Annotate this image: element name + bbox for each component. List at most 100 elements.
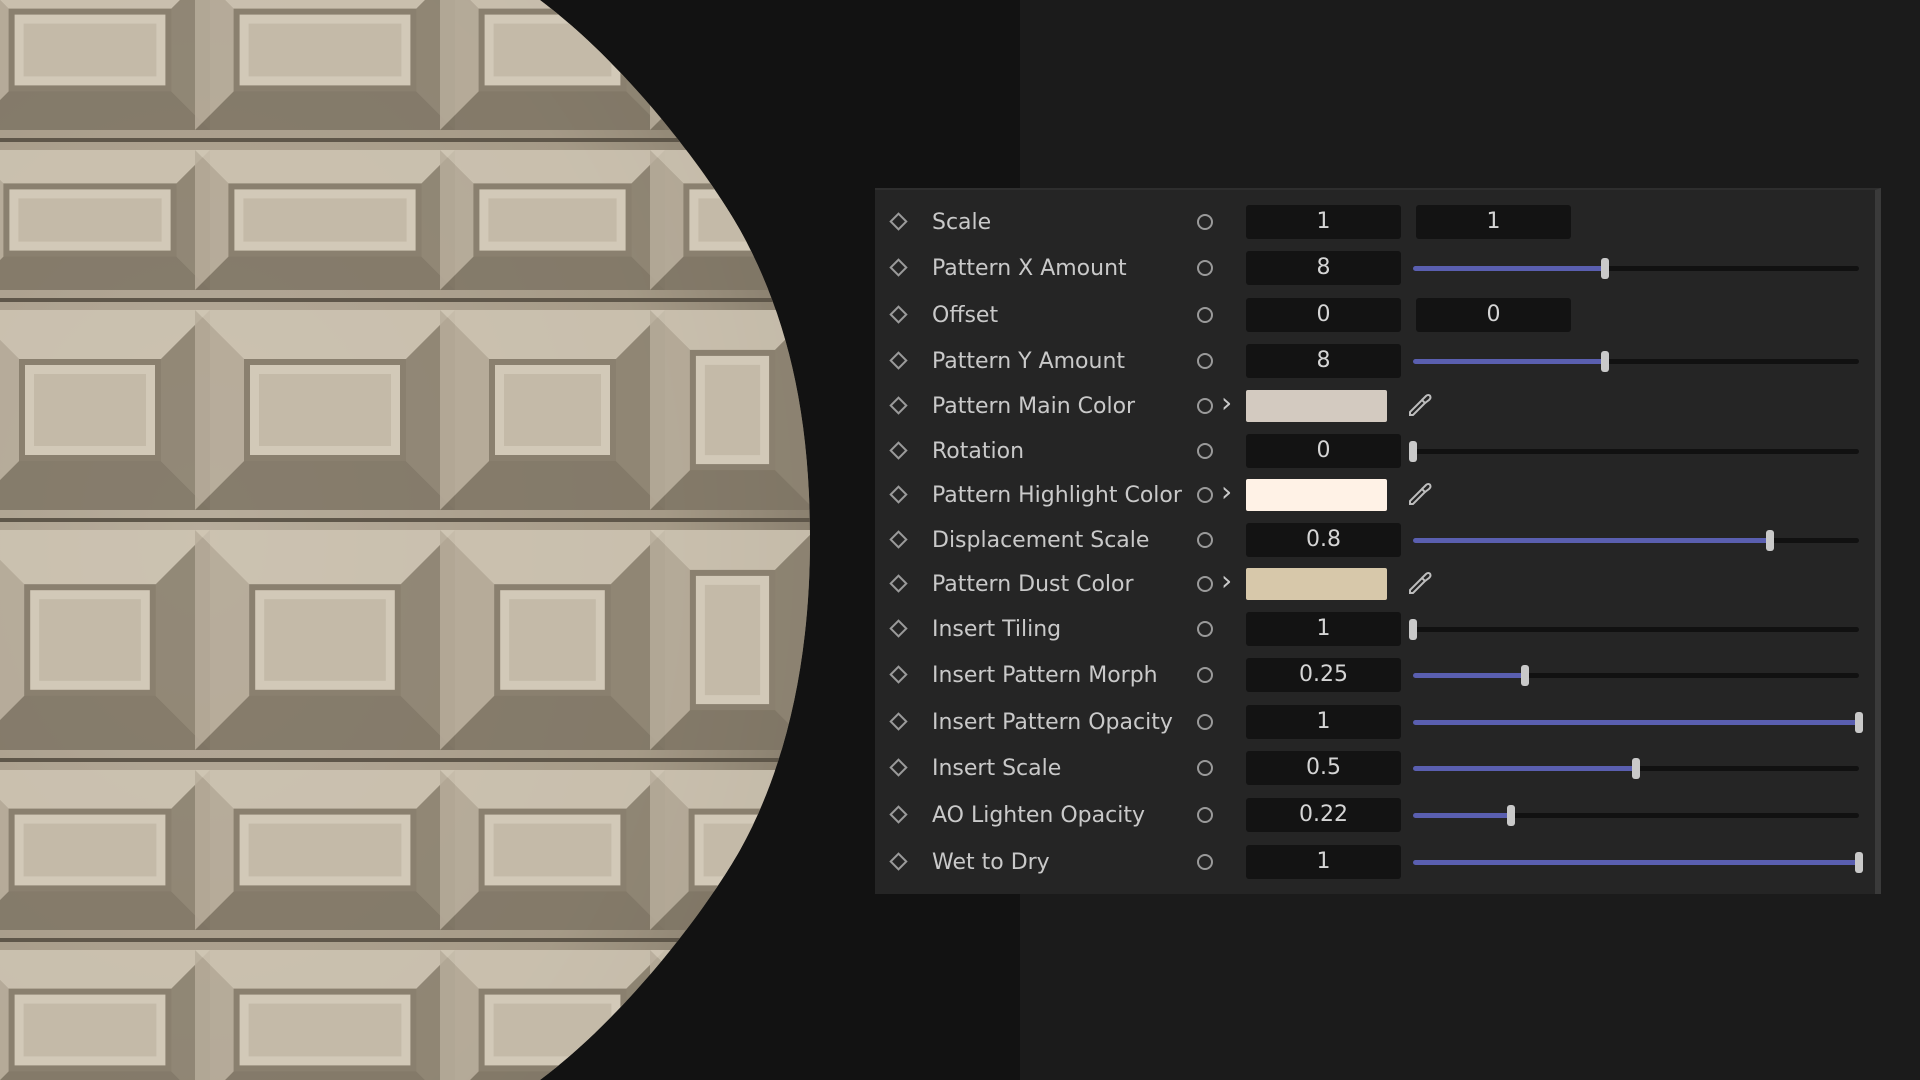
param-row: Pattern Y Amount 8 bbox=[875, 341, 1875, 381]
animate-circle-icon[interactable] bbox=[1197, 854, 1213, 870]
animate-circle-icon[interactable] bbox=[1197, 443, 1213, 459]
color-swatch[interactable] bbox=[1246, 390, 1387, 422]
slider-fill bbox=[1413, 538, 1770, 543]
slider-handle[interactable] bbox=[1409, 619, 1417, 640]
param-row: Pattern Highlight Color › bbox=[875, 475, 1875, 515]
value-field[interactable]: 0.8 bbox=[1246, 523, 1401, 557]
chevron-right-icon[interactable]: › bbox=[1221, 475, 1232, 508]
slider-handle[interactable] bbox=[1409, 441, 1417, 462]
param-label: AO Lighten Opacity bbox=[932, 803, 1145, 828]
param-row: Pattern Main Color › bbox=[875, 386, 1875, 426]
param-row: Pattern Dust Color › bbox=[875, 564, 1875, 604]
param-label: Pattern Highlight Color bbox=[932, 483, 1182, 508]
color-swatch[interactable] bbox=[1246, 479, 1387, 511]
param-row: Scale 1 1 bbox=[875, 202, 1875, 242]
keyframe-diamond-icon[interactable] bbox=[889, 665, 908, 684]
keyframe-diamond-icon[interactable] bbox=[889, 441, 908, 460]
keyframe-diamond-icon[interactable] bbox=[889, 758, 908, 777]
value-field[interactable]: 1 bbox=[1246, 612, 1401, 646]
value-field[interactable]: 0 bbox=[1246, 298, 1401, 332]
value-field[interactable]: 0 bbox=[1246, 434, 1401, 468]
param-row: Pattern X Amount 8 bbox=[875, 248, 1875, 288]
slider-track[interactable] bbox=[1413, 258, 1859, 279]
param-row: Wet to Dry 1 bbox=[875, 842, 1875, 882]
value-field[interactable]: 8 bbox=[1246, 344, 1401, 378]
keyframe-diamond-icon[interactable] bbox=[889, 805, 908, 824]
value-field[interactable]: 0.25 bbox=[1246, 658, 1401, 692]
slider-fill bbox=[1413, 860, 1859, 865]
animate-circle-icon[interactable] bbox=[1197, 667, 1213, 683]
keyframe-diamond-icon[interactable] bbox=[889, 351, 908, 370]
slider-fill bbox=[1413, 766, 1636, 771]
animate-circle-icon[interactable] bbox=[1197, 576, 1213, 592]
keyframe-diamond-icon[interactable] bbox=[889, 574, 908, 593]
value-field-2[interactable]: 1 bbox=[1416, 205, 1571, 239]
param-label: Pattern X Amount bbox=[932, 256, 1127, 281]
value-field[interactable]: 0.22 bbox=[1246, 798, 1401, 832]
param-label: Pattern Main Color bbox=[932, 394, 1136, 419]
param-row: Insert Pattern Opacity 1 bbox=[875, 702, 1875, 742]
animate-circle-icon[interactable] bbox=[1197, 487, 1213, 503]
slider-fill bbox=[1413, 813, 1512, 818]
animate-circle-icon[interactable] bbox=[1197, 398, 1213, 414]
slider-handle[interactable] bbox=[1520, 665, 1529, 686]
material-parameters-panel: Scale 1 1 Pattern X Amount 8 Offset 0 0 Pattern … bbox=[875, 188, 1881, 894]
param-label: Displacement Scale bbox=[932, 528, 1150, 553]
keyframe-diamond-icon[interactable] bbox=[889, 258, 908, 277]
keyframe-diamond-icon[interactable] bbox=[889, 212, 908, 231]
slider-handle[interactable] bbox=[1855, 712, 1863, 733]
material-preview-sphere bbox=[0, 0, 830, 1080]
slider-handle[interactable] bbox=[1600, 258, 1609, 279]
slider-handle[interactable] bbox=[1600, 351, 1609, 372]
keyframe-diamond-icon[interactable] bbox=[889, 852, 908, 871]
value-field[interactable]: 0.5 bbox=[1246, 751, 1401, 785]
eyedropper-icon[interactable] bbox=[1405, 479, 1435, 509]
param-row: Insert Scale 0.5 bbox=[875, 748, 1875, 788]
param-row: Displacement Scale 0.8 bbox=[875, 520, 1875, 560]
keyframe-diamond-icon[interactable] bbox=[889, 619, 908, 638]
color-swatch[interactable] bbox=[1246, 568, 1387, 600]
value-field[interactable]: 1 bbox=[1246, 205, 1401, 239]
slider-track[interactable] bbox=[1413, 805, 1859, 826]
param-label: Wet to Dry bbox=[932, 850, 1050, 875]
keyframe-diamond-icon[interactable] bbox=[889, 530, 908, 549]
param-row: AO Lighten Opacity 0.22 bbox=[875, 795, 1875, 835]
slider-track[interactable] bbox=[1409, 619, 1859, 640]
slider-fill bbox=[1413, 673, 1525, 678]
slider-track[interactable] bbox=[1413, 758, 1859, 779]
chevron-right-icon[interactable]: › bbox=[1221, 564, 1232, 597]
animate-circle-icon[interactable] bbox=[1197, 353, 1213, 369]
animate-circle-icon[interactable] bbox=[1197, 532, 1213, 548]
slider-track[interactable] bbox=[1413, 852, 1863, 873]
value-field[interactable]: 1 bbox=[1246, 845, 1401, 879]
animate-circle-icon[interactable] bbox=[1197, 621, 1213, 637]
slider-track[interactable] bbox=[1413, 530, 1859, 551]
param-label: Insert Tiling bbox=[932, 617, 1062, 642]
value-field[interactable]: 8 bbox=[1246, 251, 1401, 285]
slider-handle[interactable] bbox=[1855, 852, 1863, 873]
slider-handle[interactable] bbox=[1507, 805, 1516, 826]
slider-handle[interactable] bbox=[1632, 758, 1640, 779]
animate-circle-icon[interactable] bbox=[1197, 260, 1213, 276]
keyframe-diamond-icon[interactable] bbox=[889, 396, 908, 415]
eyedropper-icon[interactable] bbox=[1405, 568, 1435, 598]
animate-circle-icon[interactable] bbox=[1197, 214, 1213, 230]
animate-circle-icon[interactable] bbox=[1197, 714, 1213, 730]
slider-track[interactable] bbox=[1409, 441, 1859, 462]
slider-track[interactable] bbox=[1413, 665, 1859, 686]
animate-circle-icon[interactable] bbox=[1197, 760, 1213, 776]
slider-track[interactable] bbox=[1413, 351, 1859, 372]
animate-circle-icon[interactable] bbox=[1197, 307, 1213, 323]
keyframe-diamond-icon[interactable] bbox=[889, 485, 908, 504]
slider-track[interactable] bbox=[1413, 712, 1863, 733]
value-field[interactable]: 1 bbox=[1246, 705, 1401, 739]
value-field-2[interactable]: 0 bbox=[1416, 298, 1571, 332]
animate-circle-icon[interactable] bbox=[1197, 807, 1213, 823]
param-label: Scale bbox=[932, 210, 992, 235]
chevron-right-icon[interactable]: › bbox=[1221, 386, 1232, 419]
keyframe-diamond-icon[interactable] bbox=[889, 712, 908, 731]
slider-handle[interactable] bbox=[1765, 530, 1774, 551]
eyedropper-icon[interactable] bbox=[1405, 390, 1435, 420]
param-label: Rotation bbox=[932, 439, 1025, 464]
keyframe-diamond-icon[interactable] bbox=[889, 305, 908, 324]
